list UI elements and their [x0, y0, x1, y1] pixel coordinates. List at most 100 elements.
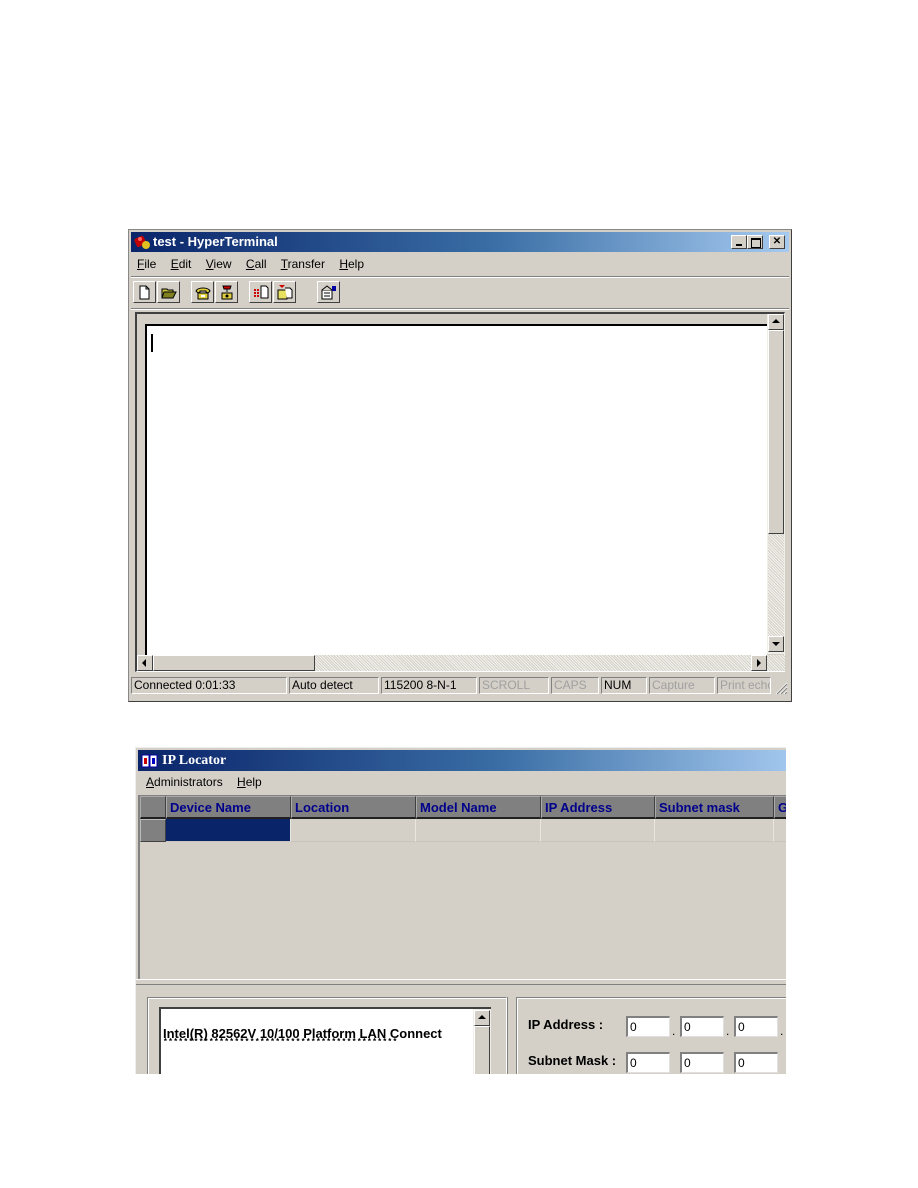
- device-grid[interactable]: Device Name Location Model Name IP Addre…: [138, 795, 786, 979]
- adapter-scroll-thumb[interactable]: [474, 1026, 490, 1074]
- horizontal-scrollbar[interactable]: [137, 654, 785, 672]
- hyperterminal-window: test - HyperTerminal ✕ File Edit View Ca…: [128, 229, 792, 702]
- column-header-location[interactable]: Location: [291, 796, 416, 819]
- menu-view-rest: iew: [213, 257, 232, 271]
- adapter-group: Intel(R) 82562V 10/100 Platform LAN Conn…: [147, 997, 507, 1074]
- ip-address-octet-1[interactable]: 0: [626, 1016, 670, 1037]
- arrow-up-icon: [478, 1015, 486, 1019]
- horizontal-scroll-track[interactable]: [315, 655, 751, 671]
- open-button[interactable]: [157, 281, 180, 303]
- minimize-button[interactable]: [731, 235, 747, 249]
- column-header-subnet-mask[interactable]: Subnet mask: [655, 796, 774, 819]
- subnet-mask-octet-3[interactable]: 0: [734, 1052, 778, 1073]
- status-port-settings: 115200 8-N-1: [381, 677, 477, 694]
- lower-panel: Intel(R) 82562V 10/100 Platform LAN Conn…: [138, 985, 786, 1074]
- status-bar: Connected 0:01:33 Auto detect 115200 8-N…: [131, 674, 789, 698]
- column-header-model-name[interactable]: Model Name: [416, 796, 541, 819]
- hyperterminal-app-icon: [134, 235, 150, 249]
- scroll-up-button[interactable]: [768, 314, 784, 330]
- toolbar-divider: [131, 308, 789, 310]
- menu-view[interactable]: View: [206, 257, 232, 271]
- subnet-mask-octet-1[interactable]: 0: [626, 1052, 670, 1073]
- scroll-down-button[interactable]: [768, 636, 784, 652]
- menu-help-rest: elp: [347, 257, 364, 271]
- subnet-mask-octet-2[interactable]: 0: [680, 1052, 724, 1073]
- status-scroll: SCROLL: [479, 677, 549, 694]
- resize-grip-icon[interactable]: [775, 682, 788, 695]
- vertical-scroll-track[interactable]: [768, 534, 784, 636]
- disconnect-button[interactable]: [215, 281, 238, 303]
- open-folder-icon: [161, 288, 177, 299]
- cell-ip-address[interactable]: [541, 819, 655, 842]
- close-button[interactable]: ✕: [769, 235, 785, 249]
- receive-file-icon: [277, 285, 293, 300]
- scroll-right-button[interactable]: [751, 655, 767, 671]
- cell-model-name[interactable]: [416, 819, 541, 842]
- cell-gateway[interactable]: [774, 819, 786, 842]
- column-header-gateway[interactable]: G: [774, 796, 786, 819]
- menu-file-rest: ile: [144, 257, 157, 271]
- new-connection-button[interactable]: [133, 281, 156, 303]
- menu-ip-help-accel: H: [237, 775, 246, 789]
- grid-corner-header: [140, 796, 166, 819]
- send-button[interactable]: [249, 281, 272, 303]
- vertical-scroll-thumb[interactable]: [768, 330, 784, 534]
- call-phone-icon: [195, 287, 211, 300]
- arrow-up-icon: [772, 319, 780, 323]
- menu-administrators[interactable]: Administrators: [146, 775, 223, 789]
- hyperterminal-menu-bar: File Edit View Call Transfer Help: [137, 257, 375, 275]
- properties-button[interactable]: [317, 281, 340, 303]
- text-cursor: [151, 334, 153, 352]
- row-selector[interactable]: [140, 819, 166, 842]
- menu-transfer[interactable]: Transfer: [281, 257, 325, 271]
- horizontal-scroll-thumb[interactable]: [153, 655, 315, 671]
- ip-address-octet-3[interactable]: 0: [734, 1016, 778, 1037]
- terminal-frame: [135, 312, 785, 672]
- receive-button[interactable]: [273, 281, 296, 303]
- menu-transfer-rest: ransfer: [287, 257, 325, 271]
- ip-address-octet-2[interactable]: 0: [680, 1016, 724, 1037]
- scrollbar-corner: [767, 655, 785, 671]
- menu-call-accel: C: [245, 257, 255, 271]
- status-connection: Connected 0:01:33: [131, 677, 287, 694]
- column-header-ip-address[interactable]: IP Address: [541, 796, 655, 819]
- hyperterminal-title: test - HyperTerminal: [153, 234, 278, 249]
- menu-edit[interactable]: Edit: [171, 257, 192, 271]
- close-icon: ✕: [772, 236, 782, 247]
- menu-file[interactable]: File: [137, 257, 156, 271]
- disconnect-phone-icon: [221, 285, 233, 300]
- adapter-scroll-up-button[interactable]: [474, 1010, 490, 1026]
- maximize-button[interactable]: [747, 235, 763, 249]
- adapter-list-scrollbar[interactable]: [473, 1009, 491, 1074]
- menu-view-accel: V: [205, 257, 214, 271]
- ip-locator-title-bar[interactable]: IP Locator: [138, 750, 786, 771]
- scroll-left-button[interactable]: [137, 655, 153, 671]
- menu-administrators-rest: dministrators: [154, 775, 223, 789]
- vertical-scrollbar[interactable]: [767, 314, 785, 654]
- cell-subnet-mask[interactable]: [655, 819, 774, 842]
- minimize-icon: [736, 244, 742, 246]
- menu-help-accel: H: [339, 257, 348, 271]
- hyperterminal-toolbar: [131, 278, 789, 308]
- menu-ip-help[interactable]: Help: [237, 775, 262, 789]
- column-header-device-name[interactable]: Device Name: [166, 796, 291, 819]
- ip-locator-title: IP Locator: [162, 753, 227, 768]
- arrow-left-icon: [142, 659, 146, 667]
- hyperterminal-title-bar[interactable]: test - HyperTerminal ✕: [131, 232, 789, 252]
- maximize-icon: [751, 238, 761, 248]
- send-file-icon: [254, 285, 269, 299]
- terminal-screen[interactable]: [145, 324, 767, 658]
- adapter-listbox[interactable]: Intel(R) 82562V 10/100 Platform LAN Conn…: [159, 1007, 491, 1074]
- call-button[interactable]: [191, 281, 214, 303]
- menu-edit-accel: E: [170, 257, 179, 271]
- adapter-separator: ****************************************…: [163, 1038, 398, 1047]
- status-capture: Capture: [649, 677, 715, 694]
- menu-help[interactable]: Help: [339, 257, 364, 271]
- status-emulation: Auto detect: [289, 677, 379, 694]
- menu-call[interactable]: Call: [246, 257, 267, 271]
- cell-device-name[interactable]: [166, 819, 291, 842]
- menu-ip-help-rest: elp: [245, 775, 262, 789]
- cell-location[interactable]: [291, 819, 416, 842]
- menu-call-rest: all: [254, 257, 267, 271]
- status-caps: CAPS: [551, 677, 599, 694]
